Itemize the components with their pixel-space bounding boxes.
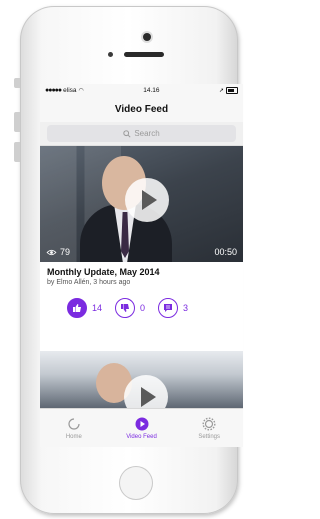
play-icon: [135, 417, 148, 430]
video-info: Monthly Update, May 2014 by Elmo Allén, …: [40, 262, 243, 351]
dislike-button[interactable]: 0: [115, 298, 145, 318]
video-thumbnail-2[interactable]: [40, 351, 243, 409]
video-thumbnail[interactable]: 79 00:50: [40, 146, 243, 262]
tab-settings[interactable]: Settings: [175, 409, 243, 447]
search-placeholder: Search: [134, 129, 160, 138]
location-icon: ➚: [218, 87, 224, 94]
search-icon: [123, 129, 131, 138]
video-duration: 00:50: [214, 247, 237, 257]
comment-icon: [158, 298, 179, 318]
signal-icon: ●●●●●: [45, 86, 62, 94]
comment-count: 3: [183, 303, 189, 313]
battery-icon: [225, 86, 238, 94]
mute-switch: [14, 78, 20, 88]
view-count-value: 79: [60, 247, 71, 257]
play-button-2[interactable]: [124, 375, 168, 409]
tab-settings-label: Settings: [198, 433, 221, 440]
video-title[interactable]: Monthly Update, May 2014: [47, 267, 236, 277]
video-byline: by Elmo Allén, 3 hours ago: [47, 279, 131, 286]
comment-button[interactable]: 3: [158, 298, 188, 318]
nav-bar: Video Feed: [40, 96, 243, 122]
volume-up-button: [14, 112, 20, 132]
proximity-sensor: [108, 52, 113, 57]
tab-home[interactable]: Home: [40, 409, 108, 447]
front-camera: [143, 33, 151, 41]
status-bar: ●●●●● elisa ◠ 14.16 ➚: [40, 84, 243, 96]
thumbs-down-icon: [115, 298, 136, 318]
wifi-icon: ◠: [78, 87, 84, 94]
tab-video-feed[interactable]: Video Feed: [108, 409, 176, 447]
gear-icon: [202, 416, 216, 431]
thumbs-up-icon: [67, 298, 87, 318]
carrier-label: elisa: [63, 86, 77, 94]
eye-icon: [46, 249, 57, 255]
tab-video-feed-label: Video Feed: [126, 433, 157, 440]
app-screen: ●●●●● elisa ◠ 14.16 ➚ Video Feed Search …: [40, 84, 243, 447]
like-count: 14: [92, 303, 103, 313]
like-button[interactable]: 14: [67, 298, 102, 318]
search-bar: Search: [40, 122, 243, 146]
tab-bar: Home Video Feed Settings: [40, 408, 243, 447]
home-icon: [68, 417, 80, 430]
search-input[interactable]: Search: [47, 125, 236, 142]
page-title: Video Feed: [114, 103, 169, 115]
status-time: 14.16: [143, 86, 160, 94]
dislike-count: 0: [140, 303, 146, 313]
view-count: 79: [46, 247, 70, 257]
tab-home-label: Home: [65, 433, 82, 440]
play-button[interactable]: [125, 178, 169, 222]
volume-down-button: [14, 142, 20, 162]
video-actions: 14 0 3: [47, 298, 236, 318]
home-button[interactable]: [119, 466, 153, 500]
earpiece-speaker: [124, 52, 164, 57]
